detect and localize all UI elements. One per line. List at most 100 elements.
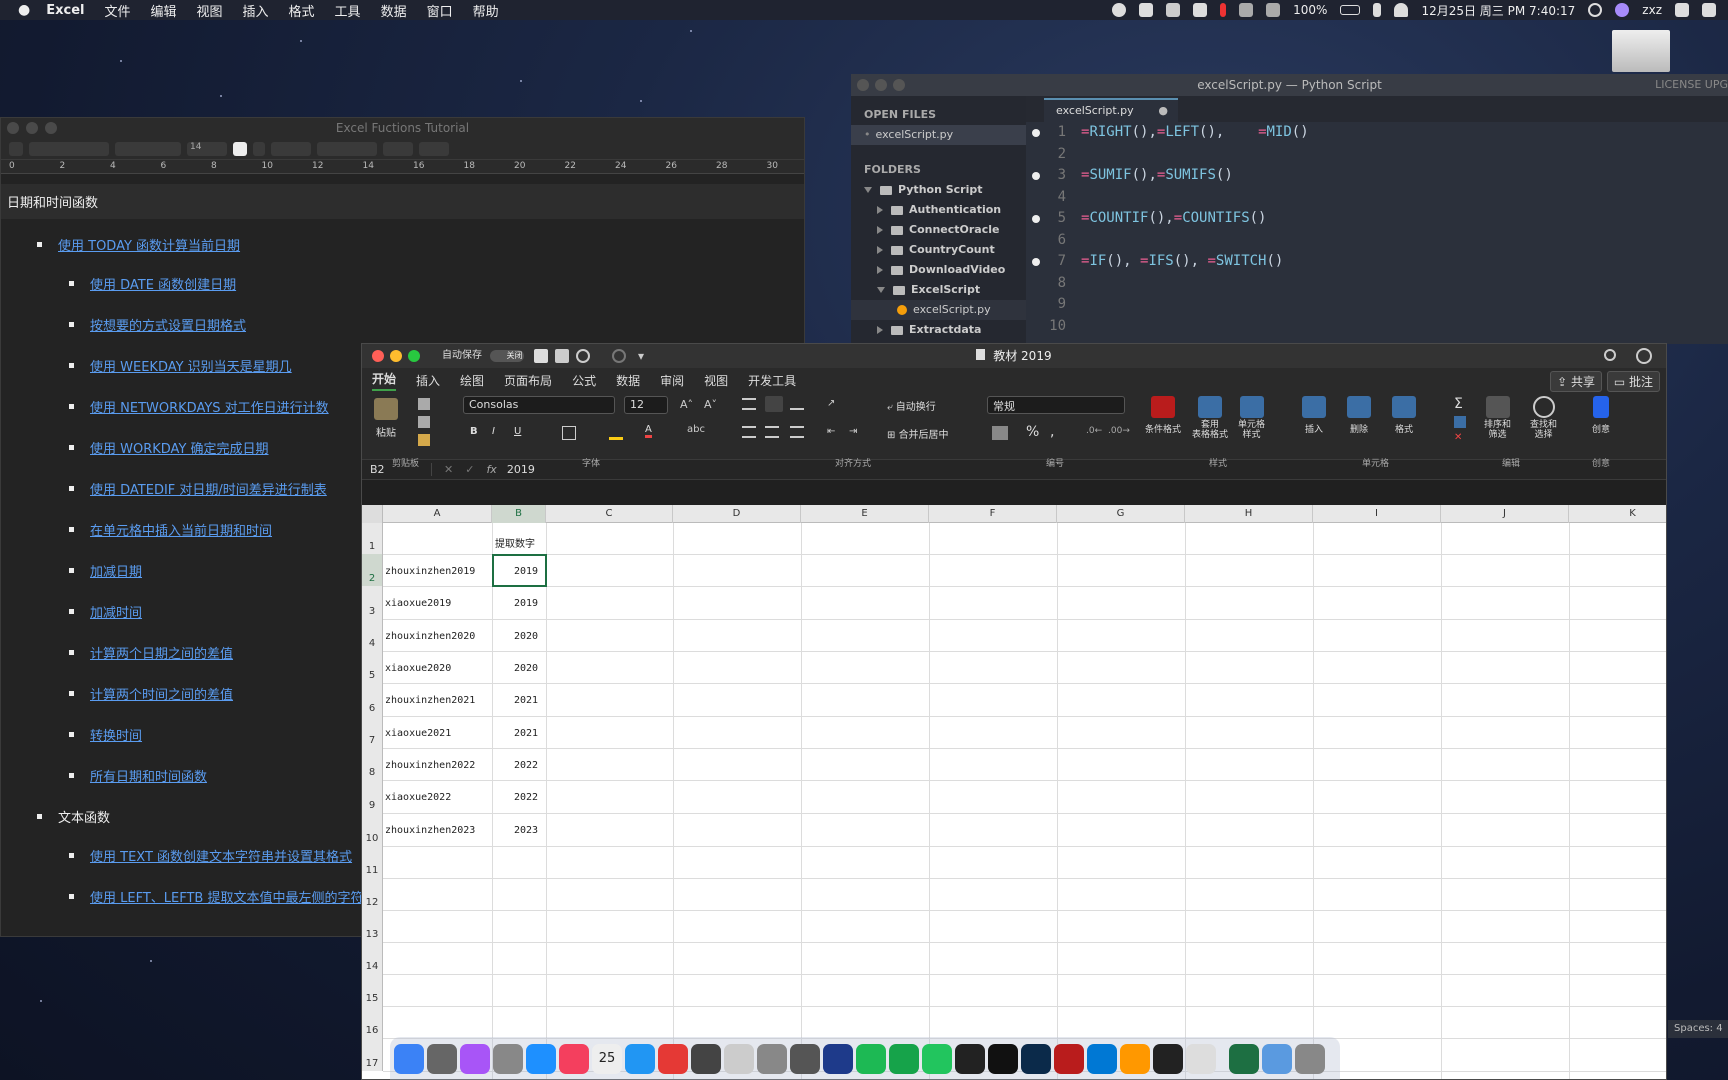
orientation-icon[interactable]: ↗ [827, 398, 835, 409]
copy-icon[interactable] [418, 416, 430, 428]
decrease-font-icon[interactable]: A˅ [704, 398, 717, 411]
undo-icon[interactable] [576, 349, 590, 363]
tab-excelscript[interactable]: excelScript.py ● [1044, 98, 1178, 122]
redo-icon[interactable] [612, 349, 626, 363]
folder-item[interactable]: Authentication [851, 200, 1026, 220]
row-header[interactable]: 10 [362, 813, 383, 846]
clear-icon[interactable]: ✕ [1454, 432, 1462, 443]
tutorial-link[interactable]: 使用 WORKDAY 确定完成日期 [90, 438, 269, 457]
column-header[interactable]: J [1441, 505, 1569, 523]
row-header[interactable]: 12 [362, 878, 383, 910]
select-all-corner[interactable] [362, 505, 383, 523]
music-icon[interactable] [559, 1043, 589, 1074]
automator-icon[interactable] [757, 1043, 787, 1074]
typeface-dropdown[interactable] [115, 141, 181, 156]
column-header[interactable]: G [1057, 505, 1185, 523]
menu-edit[interactable]: 编辑 [150, 1, 176, 20]
code-line[interactable]: =COUNTIF(),=COUNTIFS() [1081, 210, 1266, 226]
notes-icon[interactable] [1186, 1043, 1216, 1074]
decrease-decimal-icon[interactable]: .00→ [1108, 426, 1130, 436]
column-header[interactable]: K [1569, 505, 1666, 523]
wrap-text-button[interactable]: ⤶ 自动换行 [887, 398, 936, 413]
cell-a[interactable]: zhouxinzhen2021 [385, 695, 475, 706]
comment-button[interactable]: ▭ 批注 [1606, 371, 1660, 392]
record-icon[interactable] [1112, 3, 1127, 17]
row-header[interactable]: 9 [362, 780, 383, 813]
sublime-icon[interactable] [1120, 1043, 1150, 1074]
cell-a[interactable]: zhouxinzhen2019 [385, 566, 475, 577]
control-center-icon[interactable] [1675, 3, 1689, 17]
chrome-icon[interactable] [658, 1043, 688, 1074]
row-header[interactable]: 1 [362, 523, 383, 554]
spaces-indicator[interactable]: Spaces: 4 [1668, 1020, 1728, 1038]
wechat-icon[interactable] [922, 1043, 952, 1074]
cell-b[interactable]: 2022 [514, 760, 538, 771]
row-header[interactable]: 8 [362, 748, 383, 780]
tutorial-link[interactable]: 使用 TODAY 函数计算当前日期 [58, 235, 240, 254]
ribbon-tab[interactable]: 插入 [416, 372, 440, 389]
zoom-button[interactable] [45, 122, 57, 134]
row-header[interactable]: 14 [362, 942, 383, 974]
cell-b[interactable]: 2022 [514, 792, 538, 803]
align-top-icon[interactable] [742, 398, 756, 410]
text-style-button[interactable] [253, 141, 265, 156]
code-line[interactable]: =SUMIF(),=SUMIFS() [1081, 167, 1233, 183]
cell-b[interactable]: 2020 [514, 631, 538, 642]
cell-a[interactable]: xiaoxue2021 [385, 728, 451, 739]
underline-button[interactable]: U [514, 426, 521, 437]
formula-input[interactable]: 2019 [507, 463, 535, 476]
tutorial-link[interactable]: 使用 WEEKDAY 识别当天是星期几 [90, 356, 292, 375]
open-file-item[interactable]: • excelScript.py [851, 125, 1026, 145]
license-label[interactable]: LICENSE UPG [1655, 74, 1728, 96]
winrar-icon[interactable] [1054, 1043, 1084, 1074]
customize-toolbar-icon[interactable]: ▾ [638, 344, 644, 368]
disk-utility-icon[interactable] [790, 1043, 820, 1074]
row-header[interactable]: 2 [362, 554, 383, 586]
phonetic-icon[interactable]: abc [687, 424, 705, 435]
ribbon-tab[interactable]: 审阅 [660, 372, 684, 389]
outlook-icon[interactable] [1087, 1043, 1117, 1074]
insert-cells-button[interactable]: 插入 [1302, 396, 1326, 435]
user-name[interactable]: zxz [1642, 3, 1662, 17]
find-select-button[interactable]: 查找和 选择 [1530, 396, 1557, 440]
tutorial-link[interactable]: 在单元格中插入当前日期和时间 [90, 520, 272, 539]
qq-icon[interactable] [1153, 1043, 1183, 1074]
spotify-icon[interactable] [856, 1043, 886, 1074]
evernote-icon[interactable] [889, 1043, 919, 1074]
menu-view[interactable]: 视图 [197, 1, 223, 20]
tutorial-link[interactable]: 计算两个时间之间的差值 [90, 684, 233, 703]
tutorial-link[interactable]: 使用 NETWORKDAYS 对工作日进行计数 [90, 397, 329, 416]
row-header[interactable]: 7 [362, 716, 383, 748]
menu-file[interactable]: 文件 [104, 1, 130, 20]
siri-icon[interactable] [460, 1043, 490, 1074]
align-bottom-icon[interactable] [790, 398, 804, 410]
bold-italic-underline[interactable] [271, 141, 311, 156]
ribbon-tab[interactable]: 开发工具 [748, 372, 796, 389]
wechat-status-icon[interactable] [1166, 3, 1181, 17]
ribbon-tab[interactable]: 页面布局 [504, 372, 552, 389]
column-header[interactable]: B [492, 505, 546, 523]
cell-b[interactable]: 2019 [514, 598, 538, 609]
tutorial-link[interactable]: 使用 LEFT、LEFTB 提取文本值中最左侧的字符 [90, 887, 363, 906]
final-cut-icon[interactable] [691, 1043, 721, 1074]
font-size-select[interactable]: 12 [624, 396, 668, 414]
safari-icon[interactable] [625, 1043, 655, 1074]
folder-item[interactable]: ConnectOracle [851, 220, 1026, 240]
tutorial-link[interactable]: 按想要的方式设置日期格式 [90, 315, 246, 334]
paste-button[interactable]: 粘贴 [374, 398, 398, 439]
launchpad-icon[interactable] [493, 1043, 523, 1074]
cell-a[interactable]: xiaoxue2022 [385, 792, 451, 803]
accounting-format-icon[interactable] [992, 426, 1008, 440]
ribbon-tab[interactable]: 公式 [572, 372, 596, 389]
desktop-file-icon[interactable] [1612, 30, 1670, 72]
home-icon[interactable] [534, 349, 548, 363]
folder-item[interactable]: Extractdata [851, 320, 1026, 340]
font-name-select[interactable]: Consolas [463, 396, 615, 414]
creative-button[interactable]: 创意 [1592, 396, 1610, 435]
battery-icon[interactable] [1340, 5, 1361, 15]
menu-insert[interactable]: 插入 [243, 1, 269, 20]
menu-app-name[interactable]: Excel [46, 3, 84, 18]
row-header[interactable]: 5 [362, 651, 383, 683]
menu-window[interactable]: 窗口 [427, 1, 453, 20]
list-dropdown[interactable] [419, 141, 449, 156]
